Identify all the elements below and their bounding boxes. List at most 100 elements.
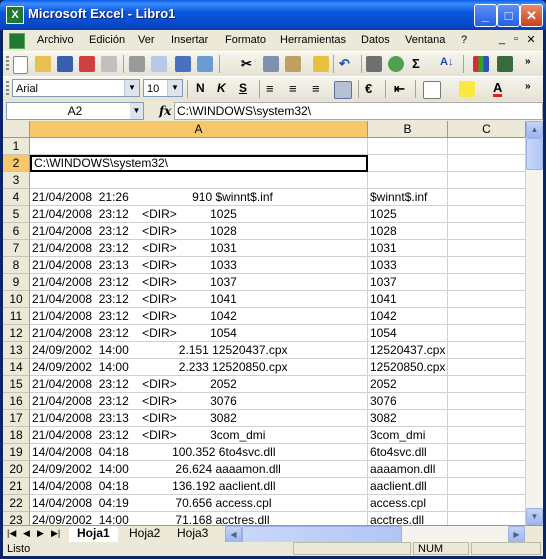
horizontal-scroll-thumb[interactable]: [242, 526, 402, 543]
vertical-scroll-thumb[interactable]: [526, 138, 543, 170]
row-header[interactable]: 8: [3, 257, 30, 274]
title-bar[interactable]: X Microsoft Excel - Libro1 _ □ ✕: [0, 0, 546, 30]
cell-b[interactable]: [368, 155, 448, 172]
cell-b[interactable]: acctres.dll: [368, 512, 448, 525]
font-name-dropdown[interactable]: Arial ▼: [12, 79, 140, 97]
print-icon[interactable]: [129, 56, 145, 72]
next-sheet-icon[interactable]: ▶: [37, 528, 44, 539]
fill-color-icon[interactable]: [459, 81, 475, 97]
scroll-right-icon[interactable]: ▶: [508, 526, 525, 543]
italic-button[interactable]: K: [217, 81, 226, 95]
cell-c[interactable]: [448, 206, 526, 223]
name-box[interactable]: A2 ▼: [6, 102, 144, 120]
cell-c[interactable]: [448, 172, 526, 189]
cell-c[interactable]: [448, 444, 526, 461]
scroll-left-icon[interactable]: ◀: [225, 526, 242, 543]
toolbar-options-icon[interactable]: »: [525, 81, 531, 92]
row-header[interactable]: 12: [3, 325, 30, 342]
cell-b[interactable]: 3076: [368, 393, 448, 410]
menu-ventana[interactable]: Ventana: [405, 34, 445, 46]
cell-c[interactable]: [448, 274, 526, 291]
scroll-down-icon[interactable]: ▼: [526, 508, 543, 525]
row-header[interactable]: 23: [3, 512, 30, 525]
select-all-corner[interactable]: [3, 121, 30, 138]
cell-b[interactable]: [368, 172, 448, 189]
cell-a[interactable]: 21/04/2008 23:12 <DIR> 1025: [30, 206, 368, 223]
cell-b[interactable]: 12520850.cpx: [368, 359, 448, 376]
copy-icon[interactable]: [263, 56, 279, 72]
cell-a[interactable]: [30, 138, 368, 155]
cell-a[interactable]: 14/04/2008 04:18 136.192 aaclient.dll: [30, 478, 368, 495]
column-header-c[interactable]: C: [448, 121, 526, 138]
cell-c[interactable]: [448, 223, 526, 240]
row-header[interactable]: 5: [3, 206, 30, 223]
cell-a[interactable]: 21/04/2008 23:12 <DIR> 1042: [30, 308, 368, 325]
cell-c[interactable]: [448, 410, 526, 427]
cell-b[interactable]: access.cpl: [368, 495, 448, 512]
toolbar-options-icon[interactable]: »: [525, 56, 531, 67]
cell-b[interactable]: [368, 138, 448, 155]
menu-help[interactable]: ?: [461, 34, 467, 46]
row-header[interactable]: 11: [3, 308, 30, 325]
doc-close-button[interactable]: ✕: [524, 33, 538, 46]
cell-b[interactable]: aaclient.dll: [368, 478, 448, 495]
row-header[interactable]: 17: [3, 410, 30, 427]
research-icon[interactable]: [197, 56, 213, 72]
cell-b[interactable]: 1025: [368, 206, 448, 223]
close-button[interactable]: ✕: [520, 4, 543, 27]
menu-formato[interactable]: Formato: [225, 34, 266, 46]
prev-sheet-icon[interactable]: ◀: [23, 528, 30, 539]
row-header[interactable]: 14: [3, 359, 30, 376]
cell-c[interactable]: [448, 495, 526, 512]
cell-a[interactable]: 21/04/2008 21:26 910 $winnt$.inf: [30, 189, 368, 206]
row-header[interactable]: 15: [3, 376, 30, 393]
workbook-icon[interactable]: [9, 33, 25, 49]
cell-a[interactable]: 21/04/2008 23:12 <DIR> 1028: [30, 223, 368, 240]
cell-b[interactable]: 1028: [368, 223, 448, 240]
menu-ver[interactable]: Ver: [138, 34, 155, 46]
borders-icon[interactable]: [423, 81, 441, 99]
row-header[interactable]: 21: [3, 478, 30, 495]
open-icon[interactable]: [35, 56, 51, 72]
minimize-button[interactable]: _: [474, 4, 497, 27]
cell-b[interactable]: 1054: [368, 325, 448, 342]
last-sheet-icon[interactable]: ▶|: [51, 528, 60, 539]
sheet-tab-hoja1[interactable]: Hoja1: [69, 526, 118, 542]
row-header[interactable]: 1: [3, 138, 30, 155]
cell-b[interactable]: 1042: [368, 308, 448, 325]
row-header[interactable]: 4: [3, 189, 30, 206]
toolbar-grip[interactable]: [6, 56, 9, 72]
horizontal-scrollbar[interactable]: ◀ ▶: [225, 526, 525, 543]
permission-icon[interactable]: [79, 56, 95, 72]
cell-b[interactable]: 6to4svc.dll: [368, 444, 448, 461]
cell-b[interactable]: 3com_dmi: [368, 427, 448, 444]
chart-wizard-icon[interactable]: [473, 56, 489, 72]
cell-c[interactable]: [448, 342, 526, 359]
cell-a[interactable]: 14/04/2008 04:18 100.352 6to4svc.dll: [30, 444, 368, 461]
row-header[interactable]: 16: [3, 393, 30, 410]
align-right-icon[interactable]: ≡: [312, 81, 320, 96]
cell-c[interactable]: [448, 240, 526, 257]
menu-archivo[interactable]: Archivo: [37, 34, 74, 46]
cell-c[interactable]: [448, 155, 526, 172]
menu-edicion[interactable]: Edición: [89, 34, 125, 46]
cell-a[interactable]: 21/04/2008 23:12 <DIR> 3com_dmi: [30, 427, 368, 444]
doc-minimize-button[interactable]: _: [495, 33, 509, 45]
row-header[interactable]: 6: [3, 223, 30, 240]
cell-c[interactable]: [448, 427, 526, 444]
cut-icon[interactable]: ✂: [241, 56, 252, 72]
chevron-down-icon[interactable]: ▼: [130, 103, 143, 119]
cell-a[interactable]: 21/04/2008 23:12 <DIR> 1031: [30, 240, 368, 257]
print-preview-icon[interactable]: [151, 56, 167, 72]
cell-c[interactable]: [448, 291, 526, 308]
cell-a[interactable]: 21/04/2008 23:12 <DIR> 1054: [30, 325, 368, 342]
row-header[interactable]: 18: [3, 427, 30, 444]
row-header[interactable]: 19: [3, 444, 30, 461]
formula-input[interactable]: C:\WINDOWS\system32\: [174, 102, 543, 120]
hyperlink-icon[interactable]: [366, 56, 382, 72]
cell-c[interactable]: [448, 478, 526, 495]
new-icon[interactable]: [13, 56, 28, 74]
chevron-down-icon[interactable]: ▼: [124, 80, 139, 96]
sheet-tab-hoja3[interactable]: Hoja3: [169, 526, 217, 542]
row-header[interactable]: 2: [3, 155, 30, 172]
